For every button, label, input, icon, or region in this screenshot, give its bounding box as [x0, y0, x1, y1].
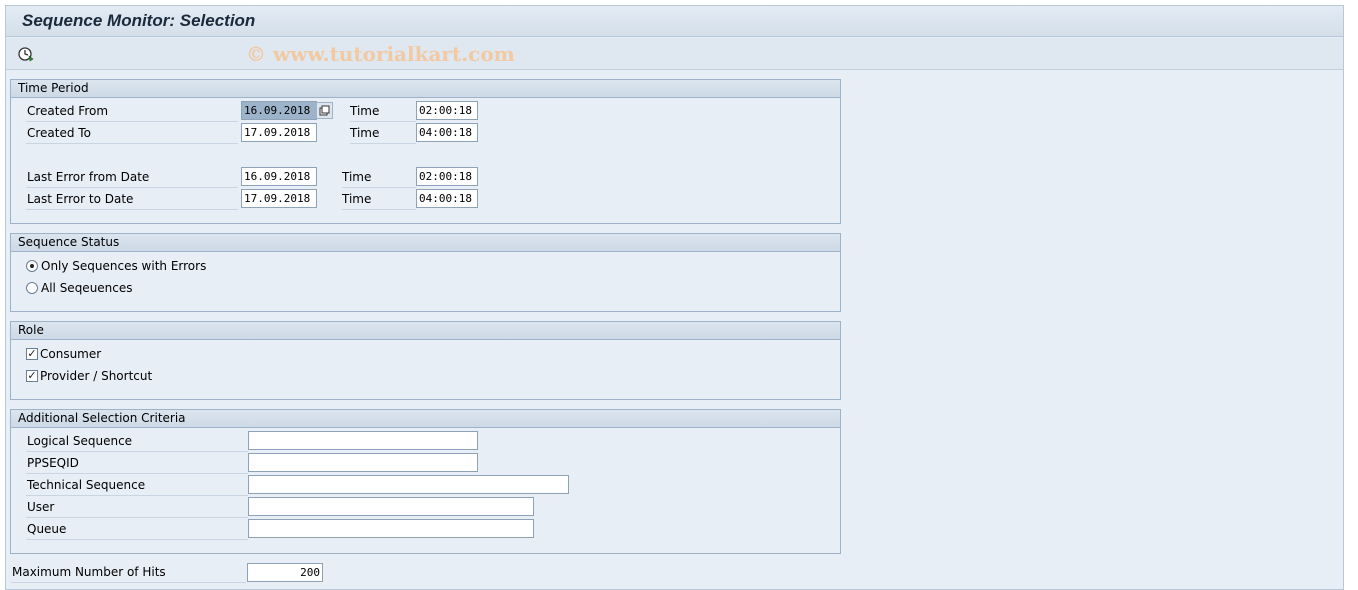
user-input[interactable] [248, 497, 534, 516]
checkbox-consumer-label: Consumer [40, 347, 102, 361]
queue-label: Queue [26, 519, 248, 540]
logical-sequence-label: Logical Sequence [26, 431, 248, 452]
role-header: Role [11, 322, 840, 340]
radio-only-errors[interactable] [26, 260, 38, 272]
queue-input[interactable] [248, 519, 534, 538]
max-hits-label: Maximum Number of Hits [11, 562, 246, 583]
created-from-time-input[interactable]: 02:00:18 [416, 101, 478, 120]
additional-criteria-header: Additional Selection Criteria [11, 410, 840, 428]
time-period-header: Time Period [11, 80, 840, 98]
execute-clock-icon[interactable] [16, 45, 36, 63]
radio-all-sequences[interactable] [26, 282, 38, 294]
created-from-date-input[interactable]: 16.09.2018 [241, 101, 317, 120]
created-from-time-label: Time [350, 101, 416, 122]
radio-all-sequences-label: All Seqeuences [41, 281, 133, 295]
application-toolbar: © www.tutorialkart.com [6, 38, 1343, 70]
max-hits-input[interactable]: 200 [247, 563, 323, 582]
time-period-group: Time Period Created From 16.09.2018 Time… [10, 79, 841, 224]
last-error-to-time-label: Time [342, 189, 416, 210]
user-label: User [26, 497, 248, 518]
watermark-text: © www.tutorialkart.com [246, 42, 515, 66]
last-error-to-label: Last Error to Date [26, 189, 238, 210]
calendar-f4-help-icon[interactable] [316, 102, 333, 119]
created-to-date-input[interactable]: 17.09.2018 [241, 123, 317, 142]
created-to-label: Created To [26, 123, 238, 144]
technical-sequence-label: Technical Sequence [26, 475, 248, 496]
checkbox-consumer[interactable]: ✓ [26, 348, 38, 360]
radio-only-errors-label: Only Sequences with Errors [41, 259, 207, 273]
created-to-time-input[interactable]: 04:00:18 [416, 123, 478, 142]
technical-sequence-input[interactable] [248, 475, 569, 494]
additional-criteria-group: Additional Selection Criteria Logical Se… [10, 409, 841, 554]
title-bar: Sequence Monitor: Selection [6, 6, 1343, 37]
last-error-from-label: Last Error from Date [26, 167, 238, 188]
ppseqid-input[interactable] [248, 453, 478, 472]
last-error-from-time-input[interactable]: 02:00:18 [416, 167, 478, 186]
ppseqid-label: PPSEQID [26, 453, 248, 474]
checkbox-provider-shortcut-label: Provider / Shortcut [40, 369, 153, 383]
last-error-to-date-input[interactable]: 17.09.2018 [241, 189, 317, 208]
last-error-from-date-input[interactable]: 16.09.2018 [241, 167, 317, 186]
sequence-status-group: Sequence Status Only Sequences with Erro… [10, 233, 841, 312]
created-to-time-label: Time [350, 123, 416, 144]
last-error-to-time-input[interactable]: 04:00:18 [416, 189, 478, 208]
sap-window: Sequence Monitor: Selection © www.tutori… [5, 5, 1344, 590]
page-title: Sequence Monitor: Selection [22, 11, 256, 30]
last-error-from-time-label: Time [342, 167, 416, 188]
created-from-label: Created From [26, 101, 238, 122]
checkbox-provider-shortcut[interactable]: ✓ [26, 370, 38, 382]
logical-sequence-input[interactable] [248, 431, 478, 450]
role-group: Role ✓ Consumer ✓ Provider / Shortcut [10, 321, 841, 400]
sequence-status-header: Sequence Status [11, 234, 840, 252]
